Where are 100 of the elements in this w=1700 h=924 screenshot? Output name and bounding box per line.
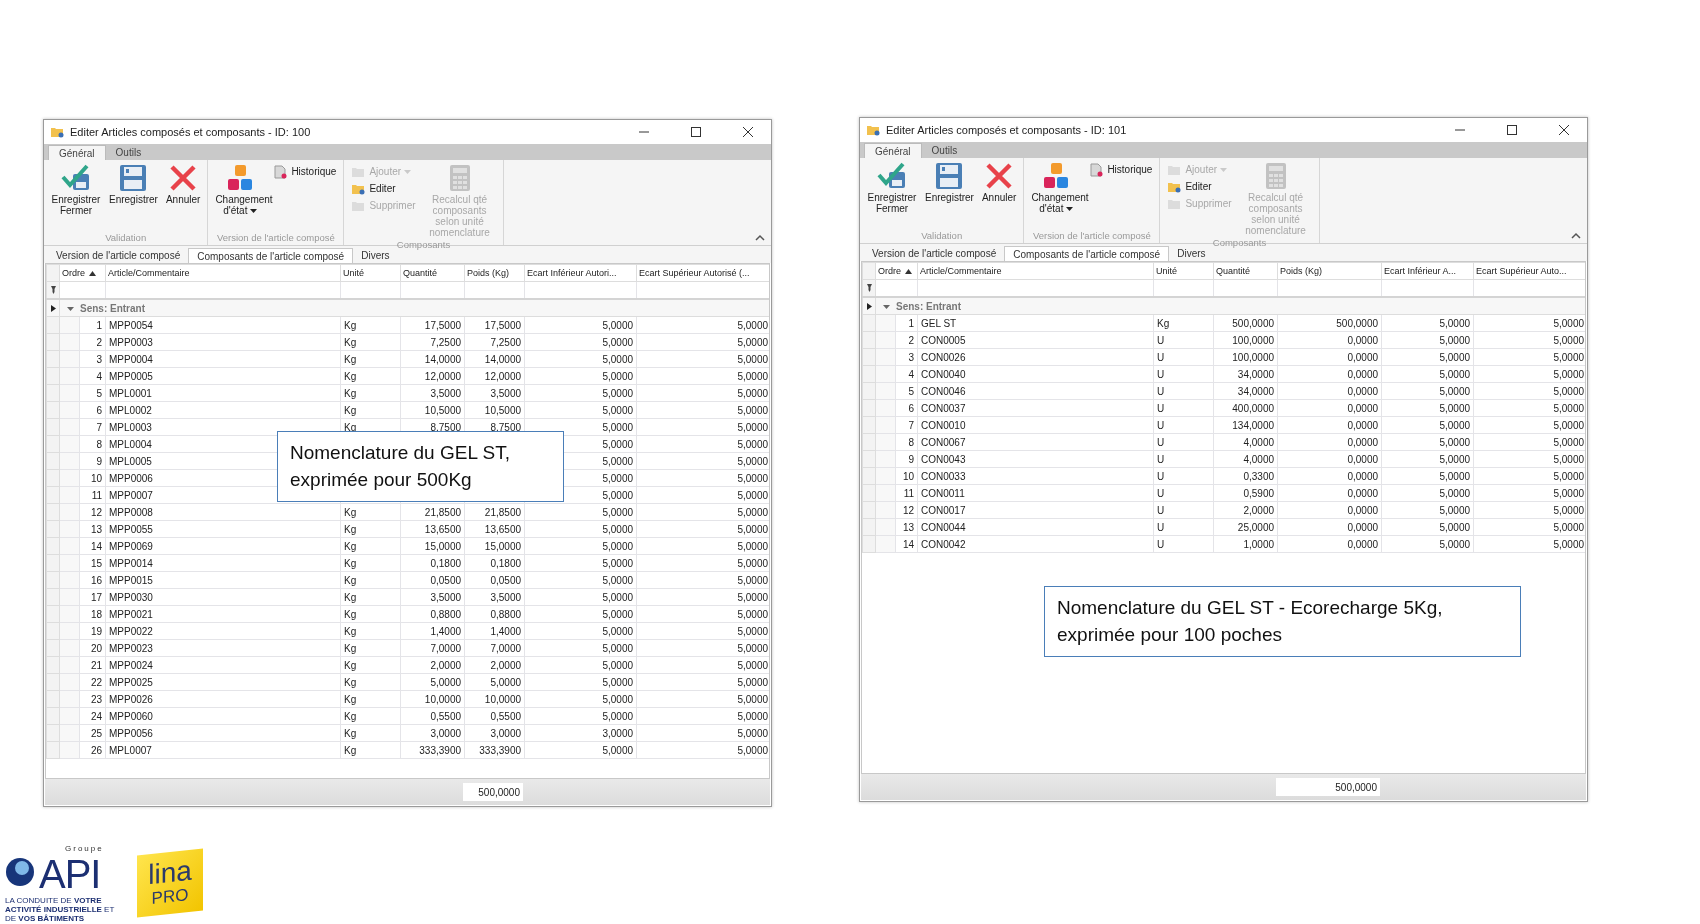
table-cell: Kg bbox=[340, 401, 401, 419]
table-cell: 3,0000 bbox=[524, 724, 637, 742]
filter-pin-icon[interactable] bbox=[49, 286, 57, 294]
table-cell: 12,0000 bbox=[400, 367, 465, 385]
ribbon-group-label: Composants bbox=[395, 239, 452, 250]
table-cell: 7,0000 bbox=[464, 639, 525, 657]
table-cell: 1,4000 bbox=[464, 622, 525, 640]
column-header[interactable]: Ecart Inférieur A... bbox=[1381, 262, 1474, 280]
maximize-icon[interactable] bbox=[1507, 125, 1517, 135]
table-cell: 5,0000 bbox=[524, 520, 637, 538]
table-cell: 2,0000 bbox=[464, 656, 525, 674]
caret-icon bbox=[250, 209, 258, 214]
sort-arrow-icon bbox=[89, 271, 96, 277]
close-icon[interactable] bbox=[743, 127, 753, 137]
maximize-icon[interactable] bbox=[691, 127, 701, 137]
tab[interactable]: Divers bbox=[1169, 246, 1214, 261]
row-number: 11 bbox=[79, 486, 106, 504]
collapse-chevron-icon[interactable] bbox=[1571, 232, 1581, 239]
ribbon-button[interactable]: Enregistrer Fermer bbox=[48, 163, 104, 217]
row-number: 4 bbox=[895, 365, 918, 383]
column-header[interactable]: Ecart Supérieur Auto... bbox=[1473, 262, 1585, 280]
ribbon-button[interactable]: Historique bbox=[270, 163, 340, 180]
table-cell: 0,0000 bbox=[1277, 416, 1382, 434]
table-cell: Kg bbox=[340, 350, 401, 368]
table-cell: Kg bbox=[340, 724, 401, 742]
row-number: 5 bbox=[79, 384, 106, 402]
ribbon-button[interactable]: Enregistrer Fermer bbox=[864, 161, 920, 215]
column-header[interactable]: Ecart Supérieur Autorisé (... bbox=[636, 264, 769, 282]
table-cell: U bbox=[1153, 467, 1214, 485]
ribbon-button[interactable]: Historique bbox=[1086, 161, 1156, 178]
folder-icon bbox=[351, 165, 366, 178]
table-cell: MPP0005 bbox=[105, 367, 341, 385]
table-cell: U bbox=[1153, 535, 1214, 553]
table-cell: 4,0000 bbox=[1213, 433, 1278, 451]
collapse-caret-icon[interactable] bbox=[67, 306, 74, 311]
table-cell: Kg bbox=[340, 520, 401, 538]
table-cell: 0,5500 bbox=[464, 707, 525, 725]
collapse-caret-icon[interactable] bbox=[883, 304, 890, 309]
table-cell: MPP0025 bbox=[105, 673, 341, 691]
table-cell: 3,0000 bbox=[464, 724, 525, 742]
ribbon-button[interactable]: Enregistrer bbox=[922, 161, 977, 204]
ribbon-tab[interactable]: Général bbox=[864, 143, 922, 158]
column-header[interactable]: Article/Commentaire bbox=[917, 262, 1154, 280]
column-header[interactable]: Ecart Inférieur Autori... bbox=[524, 264, 637, 282]
ribbon-button[interactable]: Annuler bbox=[978, 161, 1020, 204]
table-cell: 3,5000 bbox=[464, 588, 525, 606]
table-cell: CON0005 bbox=[917, 331, 1154, 349]
ribbon-group-label: Validation bbox=[920, 230, 964, 243]
checkmark-disk-icon bbox=[61, 164, 91, 192]
filter-pin-icon[interactable] bbox=[865, 284, 873, 292]
ribbon-tab[interactable]: Général bbox=[48, 145, 106, 160]
ribbon-button[interactable]: Annuler bbox=[162, 163, 204, 206]
sort-arrow-icon bbox=[905, 269, 912, 275]
window-title: Editer Articles composés et composants - ID: 100 bbox=[70, 126, 312, 138]
table-cell: 5,0000 bbox=[524, 690, 637, 708]
table-cell: Kg bbox=[340, 690, 401, 708]
table-cell: 17,5000 bbox=[400, 316, 465, 334]
ribbon-button[interactable]: Enregistrer bbox=[106, 163, 161, 206]
tab[interactable]: Divers bbox=[353, 248, 398, 263]
column-header[interactable]: Poids (Kg) bbox=[1277, 262, 1382, 280]
brand-name: API bbox=[39, 852, 101, 896]
table-cell: 12,0000 bbox=[464, 367, 525, 385]
tab[interactable]: Version de l'article composé bbox=[48, 248, 189, 263]
row-number: 10 bbox=[79, 469, 106, 487]
column-header[interactable]: Unité bbox=[340, 264, 401, 282]
table-cell: 21,8500 bbox=[400, 503, 465, 521]
table-cell: 0,0000 bbox=[1277, 450, 1382, 468]
ribbon-tab[interactable]: Outils bbox=[921, 143, 968, 158]
table-cell: 21,8500 bbox=[464, 503, 525, 521]
tab[interactable]: Version de l'article composé bbox=[864, 246, 1005, 261]
table-cell: MPP0021 bbox=[105, 605, 341, 623]
table-cell: 5,0000 bbox=[400, 673, 465, 691]
column-header[interactable]: Quantité bbox=[400, 264, 465, 282]
ribbon-button[interactable]: Editer bbox=[1164, 178, 1235, 195]
tab[interactable]: Composants de l'article composé bbox=[188, 248, 354, 263]
table-cell: 17,5000 bbox=[464, 316, 525, 334]
row-pointer-icon bbox=[866, 302, 872, 310]
collapse-chevron-icon[interactable] bbox=[755, 234, 765, 241]
table-cell: 10,0000 bbox=[400, 690, 465, 708]
row-number: 3 bbox=[895, 348, 918, 366]
table-cell: 5,0000 bbox=[1381, 416, 1474, 434]
close-icon[interactable] bbox=[1559, 125, 1569, 135]
column-header[interactable]: Article/Commentaire bbox=[105, 264, 341, 282]
column-header[interactable]: Quantité bbox=[1213, 262, 1278, 280]
cross-icon bbox=[985, 162, 1014, 190]
column-header[interactable]: Ordre bbox=[875, 262, 918, 280]
table-cell: 25,0000 bbox=[1213, 518, 1278, 536]
row-number: 24 bbox=[79, 707, 106, 725]
tab[interactable]: Composants de l'article composé bbox=[1004, 246, 1170, 261]
ribbon-button[interactable]: Editer bbox=[348, 180, 419, 197]
table-cell: MPP0004 bbox=[105, 350, 341, 368]
row-number: 15 bbox=[79, 554, 106, 572]
row-number: 7 bbox=[79, 418, 106, 436]
column-header[interactable]: Poids (Kg) bbox=[464, 264, 525, 282]
table-cell: 5,0000 bbox=[524, 401, 637, 419]
column-header[interactable]: Ordre bbox=[59, 264, 106, 282]
column-header[interactable]: Unité bbox=[1153, 262, 1214, 280]
row-number: 8 bbox=[79, 435, 106, 453]
table-cell: 5,0000 bbox=[1381, 484, 1474, 502]
ribbon-tab[interactable]: Outils bbox=[105, 145, 152, 160]
